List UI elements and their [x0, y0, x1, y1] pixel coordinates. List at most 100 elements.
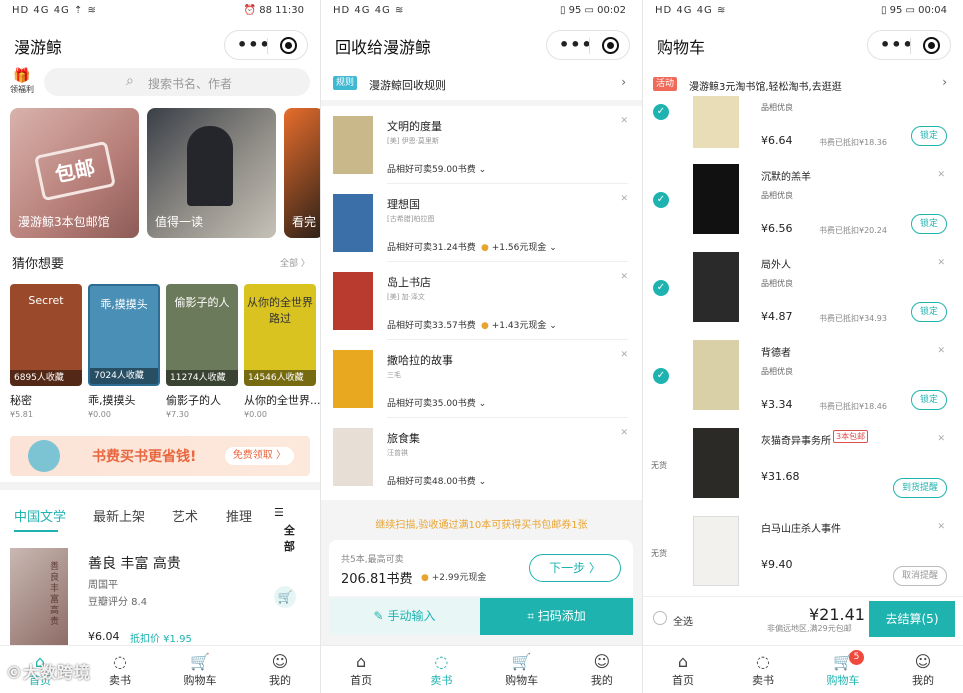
pencil-icon: ✎: [373, 609, 384, 623]
banner-free-shipping[interactable]: 包邮 漫游鲸3本包邮馆: [10, 108, 139, 238]
book-cover[interactable]: [693, 252, 739, 322]
tab-mystery[interactable]: 推理: [226, 506, 252, 525]
list-item[interactable]: 撒哈拉的故事 三毛 品相好可卖35.00书费 ⌄ ✕: [321, 340, 642, 418]
checkbox-checked-icon[interactable]: ✓: [653, 104, 669, 120]
scan-add-button[interactable]: ⌗ 扫码添加: [480, 598, 633, 635]
promo-banner[interactable]: 书费买书更省钱! 免费领取 〉: [10, 436, 310, 476]
close-icon[interactable]: ✕: [620, 350, 628, 360]
book-title[interactable]: 乖,摸摸头: [88, 392, 136, 408]
list-item[interactable]: 理想国 [古希腊]柏拉图 品相好可卖31.24书费 ● +1.56元现金 ⌄ ✕: [321, 184, 642, 262]
capsule-menu[interactable]: •••: [224, 30, 308, 60]
notify-arrival-button[interactable]: 到货提醒: [892, 478, 947, 498]
tab-label: 购物车: [505, 674, 539, 687]
book-title[interactable]: 秘密: [10, 392, 32, 408]
promo-claim-button[interactable]: 免费领取 〉: [224, 447, 294, 465]
book-cover[interactable]: [693, 516, 739, 586]
activity-tag: 活动: [653, 77, 678, 91]
manual-input-button[interactable]: ✎ 手动输入: [329, 598, 480, 635]
book-card[interactable]: Secret 6895人收藏: [10, 284, 82, 386]
select-all-checkbox[interactable]: [653, 611, 667, 625]
close-icon[interactable]: ✕: [937, 258, 945, 268]
search-input[interactable]: ⌕ 搜索书名、作者: [44, 68, 310, 96]
book-cover[interactable]: [693, 96, 739, 148]
book-card[interactable]: 偷影子的人 11274人收藏: [166, 284, 238, 386]
checkbox-checked-icon[interactable]: ✓: [653, 368, 669, 384]
book-title[interactable]: 从你的全世界...: [244, 392, 320, 408]
capsule-menu[interactable]: •••: [867, 30, 951, 60]
checkbox-checked-icon[interactable]: ✓: [653, 192, 669, 208]
close-icon[interactable]: ✕: [620, 116, 628, 126]
featured-cover[interactable]: 善良丰富高贵: [10, 548, 68, 646]
tab-cart[interactable]: 🛒 购物车: [482, 646, 562, 693]
tab-cart[interactable]: 🛒 购物车: [160, 646, 240, 693]
tab-home[interactable]: ⌂ 首页: [643, 646, 723, 693]
next-step-button[interactable]: 下一步 〉: [529, 554, 621, 582]
close-mini-program-icon[interactable]: [923, 37, 940, 54]
close-icon[interactable]: ✕: [937, 170, 945, 180]
book-cover[interactable]: [693, 428, 739, 498]
more-icon[interactable]: •••: [237, 35, 271, 54]
featured-title[interactable]: 善良 丰富 高贵: [88, 553, 181, 573]
tab-home[interactable]: ⌂ 首页: [321, 646, 401, 693]
item-name[interactable]: 局外人: [761, 256, 791, 271]
gift-entry[interactable]: 🎁 领福利: [8, 68, 36, 95]
tab-sell[interactable]: ◌ 卖书: [80, 646, 160, 693]
list-item[interactable]: 文明的度量 [美] 伊恩·莫里斯 品相好可卖59.00书费 ⌄ ✕: [321, 106, 642, 184]
banner-third[interactable]: 看完: [284, 108, 320, 238]
list-item[interactable]: 旅食集 汪曾祺 品相好可卖48.00书费 ⌄ ✕: [321, 418, 642, 496]
tab-chinese-literature[interactable]: 中国文学: [14, 506, 66, 525]
book-cover[interactable]: [693, 340, 739, 410]
lock-button[interactable]: 锁定: [910, 302, 947, 322]
book-card[interactable]: 乖,摸摸头 7024人收藏: [88, 284, 160, 386]
sell-screen: HD 4G 4G ≋ ▯ 95 ▭ 00:02 回收给漫游鲸 ••• 规则 漫游…: [321, 0, 642, 693]
user-icon: ☺: [593, 652, 611, 671]
lock-button[interactable]: 锁定: [910, 390, 947, 410]
item-name[interactable]: 白马山庄杀人事件: [761, 520, 841, 535]
close-icon[interactable]: ✕: [620, 428, 628, 438]
close-icon[interactable]: ✕: [620, 194, 628, 204]
tab-sell[interactable]: ◌ 卖书: [723, 646, 803, 693]
lock-button[interactable]: 锁定: [910, 214, 947, 234]
banner-worth-reading[interactable]: 值得一读: [147, 108, 276, 238]
close-icon[interactable]: ✕: [937, 522, 945, 532]
select-all-label[interactable]: 全选: [673, 613, 693, 628]
status-left: HD 4G 4G ≋: [333, 5, 405, 16]
cancel-reminder-button[interactable]: 取消提醒: [892, 566, 947, 586]
lock-button[interactable]: 锁定: [910, 126, 947, 146]
tab-cart[interactable]: 🛒 5 购物车: [803, 646, 883, 693]
close-icon[interactable]: ✕: [620, 272, 628, 282]
activity-bar[interactable]: 活动 漫游鲸3元淘书馆,轻松淘书,去逛逛 ›: [643, 66, 963, 100]
checkbox-checked-icon[interactable]: ✓: [653, 280, 669, 296]
close-mini-program-icon[interactable]: [280, 37, 297, 54]
list-item[interactable]: 岛上书店 [美] 加·泽文 品相好可卖33.57书费 ● +1.43元现金 ⌄ …: [321, 262, 642, 340]
tab-new-arrivals[interactable]: 最新上架: [93, 506, 145, 525]
close-icon[interactable]: ✕: [937, 346, 945, 356]
tab-sell[interactable]: ◌ 卖书: [401, 646, 481, 693]
tab-all-label: 全部: [283, 524, 295, 553]
item-name[interactable]: 灰猫奇异事务所: [761, 432, 831, 447]
tab-art[interactable]: 艺术: [172, 506, 198, 525]
capsule-menu[interactable]: •••: [546, 30, 630, 60]
tab-mine[interactable]: ☺ 我的: [240, 646, 320, 693]
watermark: ©大数跨境: [6, 663, 92, 682]
book-cover: [333, 272, 373, 330]
book-card[interactable]: 从你的全世界路过 14546人收藏: [244, 284, 316, 386]
tab-mine[interactable]: ☺ 我的: [562, 646, 642, 693]
item-name[interactable]: 沉默的羔羊: [761, 168, 811, 183]
more-icon[interactable]: •••: [880, 35, 914, 54]
tab-mine[interactable]: ☺ 我的: [883, 646, 963, 693]
book-title[interactable]: 偷影子的人: [166, 392, 221, 408]
item-name[interactable]: 背德者: [761, 344, 791, 359]
add-to-cart-icon[interactable]: 🛒: [274, 586, 296, 608]
item-saved: 书费已抵扣¥18.36: [819, 138, 887, 147]
close-mini-program-icon[interactable]: [602, 37, 619, 54]
checkout-button[interactable]: 去结算(5): [869, 601, 955, 637]
tab-label: 卖书: [430, 674, 453, 687]
close-icon[interactable]: ✕: [937, 434, 945, 444]
tab-all[interactable]: ☰ 全部: [274, 506, 295, 553]
more-icon[interactable]: •••: [559, 35, 593, 54]
status-left: HD 4G 4G ⇡ ≋: [12, 5, 97, 16]
recycle-rules-bar[interactable]: 规则 漫游鲸回收规则 ›: [321, 66, 642, 100]
book-cover[interactable]: [693, 164, 739, 234]
guess-more-link[interactable]: 全部 〉: [280, 256, 310, 269]
